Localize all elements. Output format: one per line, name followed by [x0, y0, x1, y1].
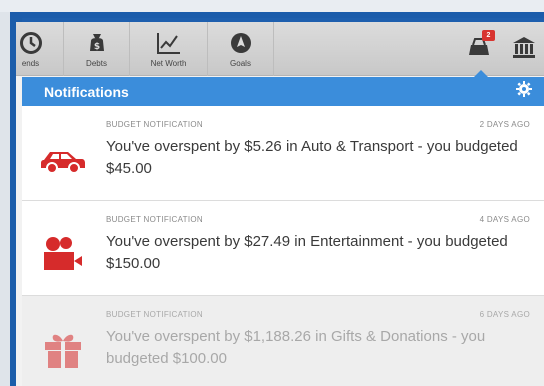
- notifications-title: Notifications: [44, 83, 129, 100]
- app-window: ends $ Debts Net Worth Goals 2 Notificat…: [16, 22, 544, 386]
- accounts-button[interactable]: [504, 22, 544, 76]
- notification-time: 6 DAYS AGO: [479, 310, 530, 319]
- notification-item[interactable]: BUDGET NOTIFICATION 4 DAYS AGO You've ov…: [22, 201, 544, 296]
- toolbar-item-debts[interactable]: $ Debts: [64, 22, 130, 76]
- window-frame-left: [0, 12, 10, 386]
- compass-icon: [228, 30, 254, 56]
- notification-category: BUDGET NOTIFICATION: [106, 120, 203, 129]
- notification-item[interactable]: BUDGET NOTIFICATION 6 DAYS AGO You've ov…: [22, 296, 544, 386]
- notifications-header: Notifications: [22, 77, 544, 106]
- notification-meta: BUDGET NOTIFICATION 6 DAYS AGO: [106, 310, 530, 319]
- notification-time: 2 DAYS AGO: [479, 120, 530, 129]
- notification-meta: BUDGET NOTIFICATION 4 DAYS AGO: [106, 215, 530, 224]
- notifications-list: BUDGET NOTIFICATION 2 DAYS AGO You've ov…: [22, 106, 544, 386]
- notification-category: BUDGET NOTIFICATION: [106, 310, 203, 319]
- toolbar-item-trends[interactable]: ends: [16, 22, 64, 76]
- window-frame-border: [10, 12, 544, 18]
- notifications-button[interactable]: 2: [456, 22, 502, 77]
- notification-time: 4 DAYS AGO: [479, 215, 530, 224]
- notification-message: You've overspent by $1,188.26 in Gifts &…: [106, 328, 486, 367]
- line-chart-icon: [156, 30, 182, 56]
- notification-message: You've overspent by $27.49 in Entertainm…: [106, 233, 508, 272]
- notification-category: BUDGET NOTIFICATION: [106, 215, 203, 224]
- movie-camera-icon: [40, 235, 86, 275]
- money-bag-icon: $: [84, 30, 110, 56]
- notification-item[interactable]: BUDGET NOTIFICATION 2 DAYS AGO You've ov…: [22, 106, 544, 201]
- notification-count-badge: 2: [482, 30, 495, 41]
- svg-text:$: $: [93, 42, 99, 52]
- toolbar-item-label: Debts: [86, 59, 107, 68]
- toolbar-item-goals[interactable]: Goals: [208, 22, 274, 76]
- notification-message: You've overspent by $5.26 in Auto & Tran…: [106, 138, 518, 177]
- toolbar-item-label: Goals: [230, 59, 251, 68]
- gear-icon[interactable]: [516, 81, 532, 102]
- top-toolbar: ends $ Debts Net Worth Goals 2: [16, 22, 544, 77]
- window-frame-top: [0, 0, 544, 12]
- notification-meta: BUDGET NOTIFICATION 2 DAYS AGO: [106, 120, 530, 129]
- toolbar-item-label: Net Worth: [150, 59, 187, 68]
- clock-icon: [18, 30, 44, 56]
- toolbar-item-label: ends: [21, 59, 40, 68]
- gift-icon: [40, 330, 86, 370]
- dropdown-caret: [474, 70, 488, 77]
- toolbar-item-net-worth[interactable]: Net Worth: [130, 22, 208, 76]
- car-icon: [40, 140, 86, 180]
- bank-icon: [512, 36, 536, 63]
